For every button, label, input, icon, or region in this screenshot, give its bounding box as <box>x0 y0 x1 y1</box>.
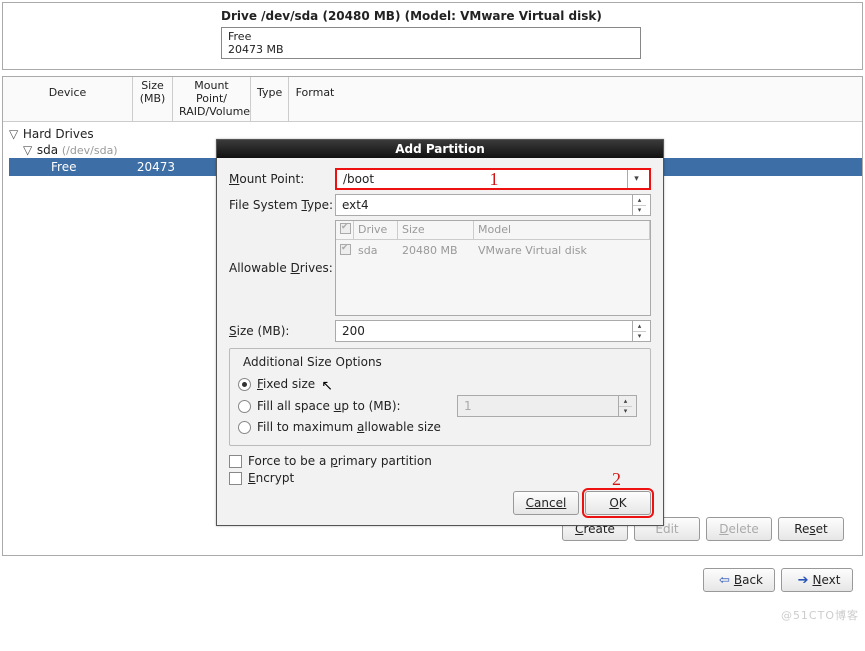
dialog-title: Add Partition <box>217 140 663 158</box>
dialog-actions: 2 Cancel OK <box>229 491 651 515</box>
annotation-1: 1 <box>490 169 499 190</box>
size-label: Size (MB): <box>229 324 335 338</box>
checkbox-icon <box>340 223 351 234</box>
mount-point-row: Mount Point: /boot 1 ▾ <box>229 168 651 190</box>
tree-free-label: Free <box>9 160 133 174</box>
drive-free-box: Free 20473 MB <box>221 27 641 59</box>
arrow-right-icon: ➔ <box>798 573 809 588</box>
watermark: @51CTO博客 <box>781 607 859 623</box>
chevron-down-icon[interactable]: ▾ <box>627 170 645 188</box>
col-size[interactable]: Size (MB) <box>133 77 173 121</box>
tree-free-size: 20473 <box>133 160 181 174</box>
opt-fill-max[interactable]: Fill to maximum allowable size <box>238 420 642 434</box>
drives-list-header: Drive Size Model <box>336 221 650 240</box>
size-value: 200 <box>342 324 632 338</box>
mount-point-combo[interactable]: /boot 1 ▾ <box>335 168 651 190</box>
col-mount[interactable]: Mount Point/ RAID/Volume <box>173 77 251 121</box>
updown-icon[interactable]: ▴▾ <box>632 321 646 341</box>
wizard-footer: ⇦Back ➔Next <box>0 558 865 602</box>
checkbox-icon[interactable] <box>229 472 242 485</box>
checkbox-icon <box>340 244 351 255</box>
expander-icon[interactable]: ▽ <box>23 143 33 157</box>
updown-icon: ▴▾ <box>618 396 632 416</box>
size-spinner[interactable]: 200 ▴▾ <box>335 320 651 342</box>
cancel-button[interactable]: Cancel <box>513 491 579 515</box>
drives-list-row[interactable]: sda 20480 MB VMware Virtual disk <box>336 240 650 262</box>
force-primary-check[interactable]: Force to be a primary partition <box>229 454 651 468</box>
opt-fixed-size[interactable]: Fixed size ↖ <box>238 376 642 392</box>
next-button[interactable]: ➔Next <box>781 568 853 592</box>
drive-summary-title: Drive /dev/sda (20480 MB) (Model: VMware… <box>221 9 852 23</box>
radio-icon[interactable] <box>238 400 251 413</box>
delete-button[interactable]: Delete <box>706 517 772 541</box>
expander-icon[interactable]: ▽ <box>9 127 19 141</box>
radio-icon[interactable] <box>238 378 251 391</box>
size-row: Size (MB): 200 ▴▾ <box>229 320 651 342</box>
reset-button[interactable]: Reset <box>778 517 844 541</box>
arrow-left-icon: ⇦ <box>719 573 730 588</box>
col-format[interactable]: Format <box>289 77 341 121</box>
fs-type-row: File System Type: ext4 ▴▾ <box>229 194 651 216</box>
col-device[interactable]: Device <box>3 77 133 121</box>
opt-fill-up-to[interactable]: Fill all space up to (MB): 1 ▴▾ <box>238 395 642 417</box>
fs-type-label: File System Type: <box>229 198 335 212</box>
allowable-drives-list[interactable]: Drive Size Model sda 20480 MB VMware Vir… <box>335 220 651 316</box>
fs-type-value: ext4 <box>342 198 632 212</box>
checkbox-icon[interactable] <box>229 455 242 468</box>
radio-icon[interactable] <box>238 421 251 434</box>
col-type[interactable]: Type <box>251 77 289 121</box>
fill-up-to-field: 1 ▴▾ <box>457 395 637 417</box>
size-options-legend: Additional Size Options <box>240 355 385 369</box>
back-button[interactable]: ⇦Back <box>703 568 775 592</box>
free-label: Free <box>228 30 634 43</box>
mount-point-label: Mount Point: <box>229 172 335 186</box>
ok-button[interactable]: OK <box>585 491 651 515</box>
updown-icon[interactable]: ▴▾ <box>632 195 646 215</box>
free-size: 20473 MB <box>228 43 634 56</box>
add-partition-dialog: Add Partition Mount Point: /boot 1 ▾ Fil… <box>216 139 664 526</box>
partition-table-header: Device Size (MB) Mount Point/ RAID/Volum… <box>3 77 862 122</box>
size-options-fieldset: Additional Size Options Fixed size ↖ Fil… <box>229 348 651 446</box>
allowable-drives-label: Allowable Drives: <box>229 261 335 275</box>
allowable-drives-row: Allowable Drives: Drive Size Model sda 2… <box>229 220 651 316</box>
fs-type-combo[interactable]: ext4 ▴▾ <box>335 194 651 216</box>
cursor-icon: ↖ <box>321 378 333 394</box>
drive-summary-panel: Drive /dev/sda (20480 MB) (Model: VMware… <box>2 2 863 70</box>
mount-point-value: /boot <box>343 172 472 186</box>
encrypt-check[interactable]: Encrypt <box>229 471 651 485</box>
